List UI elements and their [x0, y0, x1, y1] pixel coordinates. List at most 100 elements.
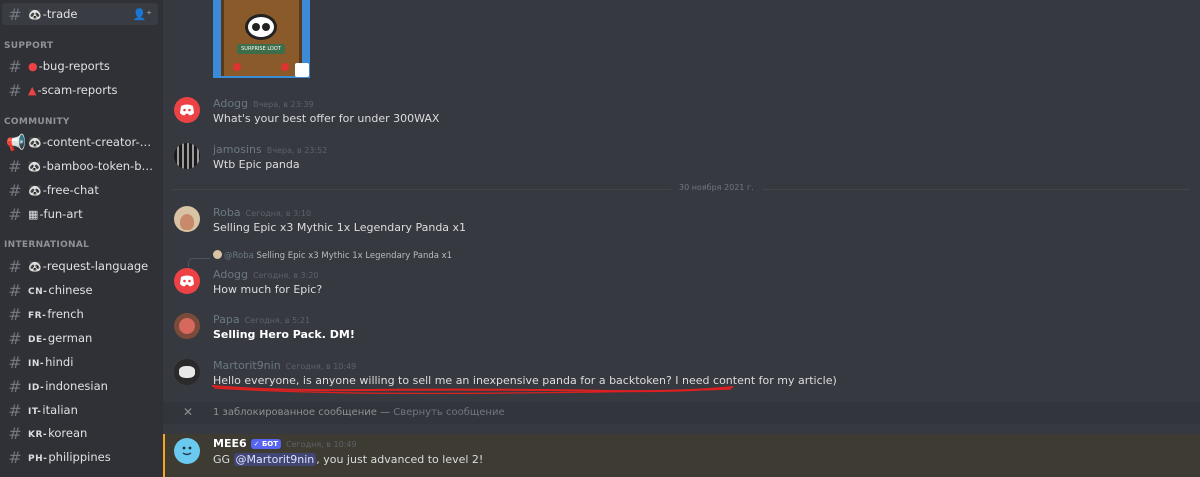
author-name[interactable]: Adogg	[213, 268, 248, 281]
message-suffix: , you just advanced to level 2!	[316, 453, 484, 466]
channel-code: IN-	[28, 359, 45, 369]
channel-code: IT-	[28, 407, 42, 417]
channel-label: -request-language	[42, 259, 149, 273]
channel-code: FR-	[28, 311, 47, 321]
user-mention[interactable]: @Martorit9nin	[233, 453, 317, 466]
hash-icon: #	[8, 447, 22, 467]
channel-label: -fun-art	[39, 207, 83, 221]
channel-label: philippines	[48, 450, 111, 464]
message-text: How much for Epic?	[213, 283, 323, 296]
date-divider-label: 30 ноября 2021 г.	[671, 183, 762, 192]
channel-code: DE-	[28, 335, 47, 345]
timestamp: Вчера, в 23:52	[266, 146, 328, 155]
channel-philippines[interactable]: # PH-philippines	[2, 446, 158, 468]
avatar[interactable]	[174, 313, 200, 339]
hash-icon: #	[8, 328, 22, 348]
avatar[interactable]	[174, 206, 200, 232]
mee6-face-icon	[182, 446, 192, 456]
channel-korean[interactable]: # KR-korean	[2, 422, 158, 444]
channel-request-language[interactable]: # 🐼-request-language	[2, 255, 158, 277]
hash-icon: #	[8, 400, 22, 420]
avatar[interactable]	[174, 97, 200, 123]
avatar[interactable]	[174, 438, 200, 464]
channel-code: PH-	[28, 454, 48, 464]
category-support[interactable]: SUPPORT	[4, 41, 53, 51]
author-name[interactable]: Roba	[213, 206, 241, 219]
reply-connector	[188, 258, 210, 267]
author-name[interactable]: Martorit9nin	[213, 359, 281, 372]
panda-icon: 🐼	[28, 260, 42, 273]
channel-french[interactable]: # FR-french	[2, 303, 158, 325]
message-text: Wtb Epic panda	[213, 158, 300, 171]
channel-label: indonesian	[45, 379, 108, 393]
image-card-label: SURPRISE LOOT	[237, 44, 285, 54]
reply-mention[interactable]: @Roba	[224, 251, 254, 261]
channel-german[interactable]: # DE-german	[2, 327, 158, 349]
channel-label: -bug-reports	[38, 59, 110, 73]
avatar[interactable]	[174, 268, 200, 294]
megaphone-icon: 📢	[6, 132, 26, 152]
channel-code: ID-	[28, 383, 45, 393]
avatar[interactable]	[174, 143, 200, 169]
author-name[interactable]: MEE6	[213, 437, 247, 450]
blocked-text: 1 заблокированное сообщение —	[213, 407, 394, 418]
hash-icon: #	[8, 423, 22, 443]
siren-icon: ▲	[28, 84, 37, 97]
channel-content-creator[interactable]: 📢 🐼-content-creator-prog...	[2, 131, 158, 153]
channel-code: KR-	[28, 430, 48, 440]
channel-trade[interactable]: # 🐼-trade 👤⁺	[2, 3, 158, 25]
hash-icon: #	[8, 376, 22, 396]
message-prefix: GG	[213, 453, 234, 466]
hash-icon: #	[8, 80, 22, 100]
channel-label: -free-chat	[42, 183, 99, 197]
timestamp: Сегодня, в 3:20	[253, 271, 319, 280]
red-circle-icon: ●	[28, 60, 38, 73]
channel-label: -scam-reports	[37, 83, 118, 97]
channel-code: CN-	[28, 287, 48, 297]
timestamp: Сегодня, в 10:49	[286, 440, 357, 449]
channel-label: -trade	[42, 7, 78, 21]
reply-text: Selling Epic x3 Mythic 1x Legendary Pand…	[256, 251, 453, 261]
reply-avatar	[213, 250, 222, 259]
category-community[interactable]: COMMUNITY	[4, 117, 70, 127]
channel-bamboo-token[interactable]: # 🐼-bamboo-token-bam	[2, 155, 158, 177]
channel-scam-reports[interactable]: # ▲-scam-reports	[2, 79, 158, 101]
channel-bug-reports[interactable]: # ●-bug-reports	[2, 55, 158, 77]
mention-message: MEE6 ✓ БОТ Сегодня, в 10:49 GG @Martorit9n…	[163, 434, 1200, 477]
button-icon	[281, 63, 289, 71]
author-name[interactable]: Adogg	[213, 97, 248, 110]
image-attachment[interactable]: SURPRISE LOOT	[213, 0, 310, 78]
avatar[interactable]	[174, 359, 200, 385]
channel-chinese[interactable]: # CN-chinese	[2, 279, 158, 301]
channel-label: german	[47, 331, 93, 345]
message-text: GG @Martorit9nin, you just advanced to l…	[213, 453, 483, 466]
chat-area: SURPRISE LOOT Adogg Вчера, в 23:39 What's…	[163, 0, 1200, 477]
hash-icon: #	[8, 180, 22, 200]
channel-hindi[interactable]: # IN-hindi	[2, 351, 158, 373]
close-icon[interactable]: ✕	[183, 405, 193, 419]
message-text: What's your best offer for under 300WAX	[213, 112, 440, 125]
channel-italian[interactable]: # IT-italian	[2, 399, 158, 421]
add-user-icon[interactable]: 👤⁺	[132, 8, 152, 21]
channel-sidebar: # 🐼-trade 👤⁺ SUPPORT # ●-bug-reports # ▲…	[0, 0, 163, 477]
discord-logo-icon	[180, 104, 194, 116]
collapse-message-link[interactable]: Свернуть сообщение	[393, 407, 504, 418]
channel-indonesian[interactable]: # ID-indonesian	[2, 375, 158, 397]
hash-icon: #	[8, 352, 22, 372]
recaptcha-icon	[295, 63, 309, 77]
timestamp: Сегодня, в 3:10	[245, 209, 312, 218]
channel-free-chat[interactable]: # 🐼-free-chat	[2, 179, 158, 201]
timestamp: Сегодня, в 5:21	[244, 316, 311, 325]
timestamp: Вчера, в 23:39	[253, 100, 314, 109]
panda-icon: 🐼	[28, 184, 42, 197]
timestamp: Сегодня, в 10:49	[285, 362, 357, 371]
channel-fun-art[interactable]: # ▦-fun-art	[2, 203, 158, 225]
frame-icon: ▦	[28, 208, 39, 221]
hash-icon: #	[8, 256, 22, 276]
author-name[interactable]: Papa	[213, 313, 240, 326]
channel-label: hindi	[45, 355, 74, 369]
panda-icon: 🐼	[28, 136, 42, 149]
hash-icon: #	[8, 56, 22, 76]
author-name[interactable]: jamosins	[213, 143, 262, 156]
category-international[interactable]: INTERNATIONAL	[4, 240, 89, 250]
